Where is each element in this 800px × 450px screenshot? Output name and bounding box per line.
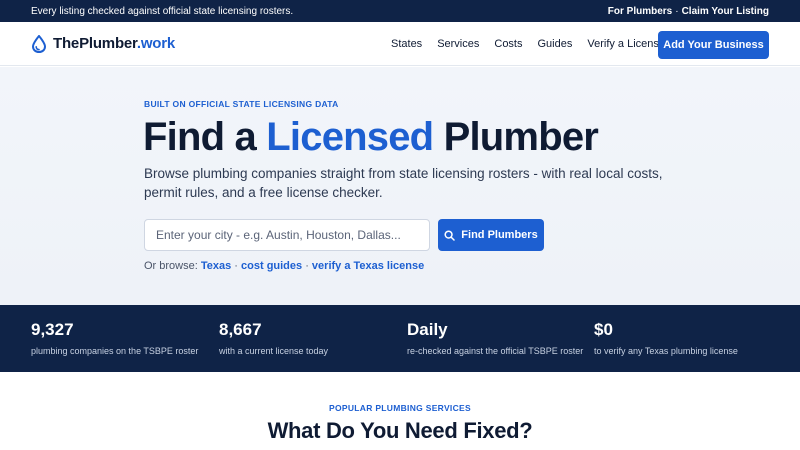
topbar-links: For Plumbers · Claim Your Listing — [608, 6, 769, 17]
announcement-bar: Every listing checked against official s… — [0, 0, 800, 22]
headline-prefix: Find a — [143, 115, 267, 159]
hero-eyebrow: BUILT ON OFFICIAL STATE LICENSING DATA — [144, 99, 339, 109]
browse-separator: · — [302, 260, 312, 272]
main-nav: ThePlumber.work States Services Costs Gu… — [0, 22, 800, 66]
logo-main: ThePlumber — [53, 35, 137, 52]
browse-prefix: Or browse: — [144, 260, 201, 272]
search-icon — [444, 229, 456, 241]
add-business-button[interactable]: Add Your Business — [658, 31, 769, 59]
announcement-text: Every listing checked against official s… — [31, 5, 294, 17]
services-section: POPULAR PLUMBING SERVICES What Do You Ne… — [0, 372, 800, 450]
nav-link-states[interactable]: States — [391, 38, 422, 50]
logo-text: ThePlumber.work — [53, 35, 175, 52]
stat-label: to verify any Texas plumbing license — [594, 346, 738, 356]
nav-menu: States Services Costs Guides Verify a Li… — [391, 22, 665, 66]
headline-highlight: Licensed — [266, 115, 434, 159]
headline-suffix: Plumber — [433, 115, 599, 159]
hero-subtext: Browse plumbing companies straight from … — [144, 166, 663, 200]
stat-value: 8,667 — [219, 320, 262, 339]
site-logo[interactable]: ThePlumber.work — [31, 34, 175, 53]
stat-companies: 9,327 plumbing companies on the TSBPE ro… — [31, 319, 198, 356]
stat-label: plumbing companies on the TSBPE roster — [31, 346, 199, 356]
find-plumbers-label: Find Plumbers — [461, 229, 538, 241]
stat-licensed: 8,667 with a current license today — [219, 319, 328, 356]
nav-link-guides[interactable]: Guides — [538, 38, 573, 50]
water-drop-icon — [31, 34, 47, 53]
stat-daily: Daily re-checked against the official TS… — [407, 319, 583, 356]
services-title: What Do You Need Fixed? — [267, 418, 533, 443]
stats-bar: 9,327 plumbing companies on the TSBPE ro… — [0, 305, 800, 372]
hero-headline: Find a Licensed Plumber — [143, 114, 599, 160]
stat-value: 9,327 — [31, 320, 74, 339]
logo-accent: .work — [136, 35, 176, 52]
browse-links: Or browse: Texas · cost guides · verify … — [144, 260, 424, 272]
nav-link-services[interactable]: Services — [437, 38, 479, 50]
hero-section: BUILT ON OFFICIAL STATE LICENSING DATA F… — [0, 67, 800, 305]
claim-listing-link[interactable]: Claim Your Listing — [682, 6, 769, 17]
browse-link-verify-texas[interactable]: verify a Texas license — [312, 260, 424, 272]
find-plumbers-button[interactable]: Find Plumbers — [438, 219, 544, 251]
city-search-input[interactable] — [144, 219, 430, 251]
stat-label: re-checked against the official TSBPE ro… — [407, 346, 584, 356]
browse-link-texas[interactable]: Texas — [201, 260, 231, 272]
stat-value: Daily — [407, 320, 448, 339]
browse-separator: · — [231, 260, 242, 272]
stat-label: with a current license today — [219, 346, 329, 356]
services-eyebrow: POPULAR PLUMBING SERVICES — [329, 403, 471, 413]
for-plumbers-link[interactable]: For Plumbers — [608, 6, 672, 17]
stat-value: $0 — [594, 320, 613, 339]
browse-link-cost-guides[interactable]: cost guides — [241, 260, 302, 272]
topbar-separator: · — [675, 5, 679, 17]
nav-link-costs[interactable]: Costs — [494, 38, 522, 50]
stat-free: $0 to verify any Texas plumbing license — [594, 319, 738, 356]
nav-link-verify-license[interactable]: Verify a License — [587, 38, 665, 50]
